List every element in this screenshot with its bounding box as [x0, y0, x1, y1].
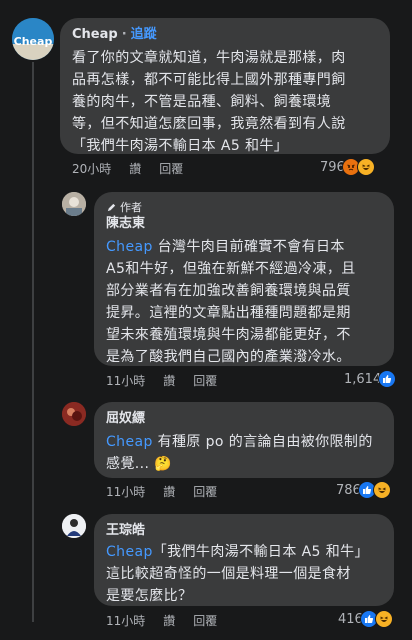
timestamp[interactable]: 11小時 [106, 612, 145, 629]
author-label: 作者 [120, 201, 142, 214]
comment-line-text: 台灣牛肉目前確實不會有日本 [152, 239, 345, 255]
comment-line-text: 有種原 po 的言論自由被你限制的 [152, 434, 373, 450]
timestamp[interactable]: 20小時 [72, 160, 111, 177]
comment-actions: 11小時 讚 回覆 [106, 612, 217, 629]
reply-button[interactable]: 回覆 [159, 160, 183, 177]
comment-author: 陳志東 [106, 215, 382, 232]
comment-line: 提昇。這裡的文章點出種種問題都是期 [106, 305, 351, 321]
haha-icon [356, 158, 375, 176]
comment-line: 部分業者有在加強改善飼養環境與品質 [106, 283, 351, 299]
reply-button[interactable]: 回覆 [193, 612, 217, 629]
comment-line: 是為了酸我們自己國內的產業潑冷水。 [106, 349, 351, 365]
comment-text: Cheap 台灣牛肉目前確實不會有日本 A5和牛好，但強在新鮮不經過冷凍，且 部… [106, 236, 382, 368]
comment-author: 王琮皓 [106, 522, 382, 539]
pen-icon [107, 203, 116, 212]
comment-line: 這比較超奇怪的一個是料理一個是食材 [106, 566, 351, 582]
like-icon [378, 370, 397, 388]
timestamp[interactable]: 11小時 [106, 372, 145, 389]
author-name[interactable]: 陳志東 [106, 215, 145, 232]
haha-icon [372, 481, 391, 499]
reaction-summary[interactable]: 786 [336, 481, 391, 499]
mention-link[interactable]: Cheap [106, 434, 153, 450]
like-button[interactable]: 讚 [163, 372, 175, 389]
author-name[interactable]: 王琮皓 [106, 522, 145, 539]
author-badge: 作者 [106, 200, 382, 215]
comment-actions: 11小時 讚 回覆 [106, 483, 217, 500]
avatar[interactable]: Cheap [12, 18, 54, 60]
thread-line [32, 62, 34, 622]
comment-line: 養的肉牛，不管是品種、飼料、飼養環境 [72, 94, 332, 110]
avatar-image [62, 514, 86, 538]
haha-icon [374, 610, 393, 628]
reaction-summary[interactable]: 1,614 [344, 370, 397, 388]
comment-actions: 11小時 讚 回覆 [106, 372, 217, 389]
comment-line: 感覺... 🤔 [106, 456, 173, 472]
like-button[interactable]: 讚 [129, 160, 141, 177]
like-button[interactable]: 讚 [163, 483, 175, 500]
comment-text: Cheap「我們牛肉湯不輸日本 A5 和牛」 這比較超奇怪的一個是料理一個是食材… [106, 541, 382, 607]
comment-line: 望未來養殖環境與牛肉湯都能更好，不 [106, 327, 351, 343]
comment-line: 「我們牛肉湯不輸日本 A5 和牛」 [72, 138, 289, 154]
follow-button[interactable]: 追蹤 [131, 26, 157, 43]
avatar-image [62, 192, 86, 216]
avatar[interactable] [62, 402, 86, 426]
author-name[interactable]: Cheap [72, 26, 118, 43]
timestamp[interactable]: 11小時 [106, 483, 145, 500]
avatar[interactable] [62, 514, 86, 538]
reply-button[interactable]: 回覆 [193, 483, 217, 500]
separator-dot: · [121, 27, 127, 42]
comment-author: Cheap · 追蹤 [72, 26, 378, 43]
comment-bubble: 作者 陳志東 Cheap 台灣牛肉目前確實不會有日本 A5和牛好，但強在新鮮不經… [94, 192, 394, 366]
comment-line: 是要怎麼比？ [106, 588, 193, 604]
comment-bubble: 王琮皓 Cheap「我們牛肉湯不輸日本 A5 和牛」 這比較超奇怪的一個是料理一… [94, 514, 394, 606]
comment-author: 屈奴縹 [106, 410, 382, 427]
comment-text: 看了你的文章就知道，牛肉湯就是那樣，肉 品再怎樣，都不可能比得上國外那種專門飼 … [72, 47, 378, 157]
reply-button[interactable]: 回覆 [193, 372, 217, 389]
mention-link[interactable]: Cheap [106, 239, 153, 255]
comment-bubble: 屈奴縹 Cheap 有種原 po 的言論自由被你限制的 感覺... 🤔 [94, 402, 394, 478]
comment-actions: 20小時 讚 回覆 [72, 160, 183, 177]
comment-line: A5和牛好，但強在新鮮不經過冷凍，且 [106, 261, 356, 277]
mention-link[interactable]: Cheap [106, 544, 153, 560]
comment-line: 品再怎樣，都不可能比得上國外那種專門飼 [72, 72, 346, 88]
reaction-summary[interactable]: 796 [320, 158, 375, 176]
comment-bubble: Cheap · 追蹤 看了你的文章就知道，牛肉湯就是那樣，肉 品再怎樣，都不可能… [60, 18, 390, 154]
reaction-summary[interactable]: 416 [338, 610, 393, 628]
comment-line: Cheap 有種原 po 的言論自由被你限制的 [106, 431, 382, 453]
avatar-image: Cheap [12, 18, 54, 60]
reaction-count: 1,614 [344, 371, 382, 387]
like-button[interactable]: 讚 [163, 612, 175, 629]
comment-line: Cheap「我們牛肉湯不輸日本 A5 和牛」 [106, 541, 382, 563]
author-name[interactable]: 屈奴縹 [106, 410, 145, 427]
comment-line: 看了你的文章就知道，牛肉湯就是那樣，肉 [72, 50, 346, 66]
comment-text: Cheap 有種原 po 的言論自由被你限制的 感覺... 🤔 [106, 431, 382, 475]
svg-text:Cheap: Cheap [14, 35, 53, 48]
comment-line: Cheap 台灣牛肉目前確實不會有日本 [106, 236, 382, 258]
comment-line-text: 「我們牛肉湯不輸日本 A5 和牛」 [152, 544, 369, 560]
avatar-image [62, 402, 86, 426]
comment-line: 等，但不知道怎麼回事，我竟然看到有人說 [72, 116, 346, 132]
avatar[interactable] [62, 192, 86, 216]
